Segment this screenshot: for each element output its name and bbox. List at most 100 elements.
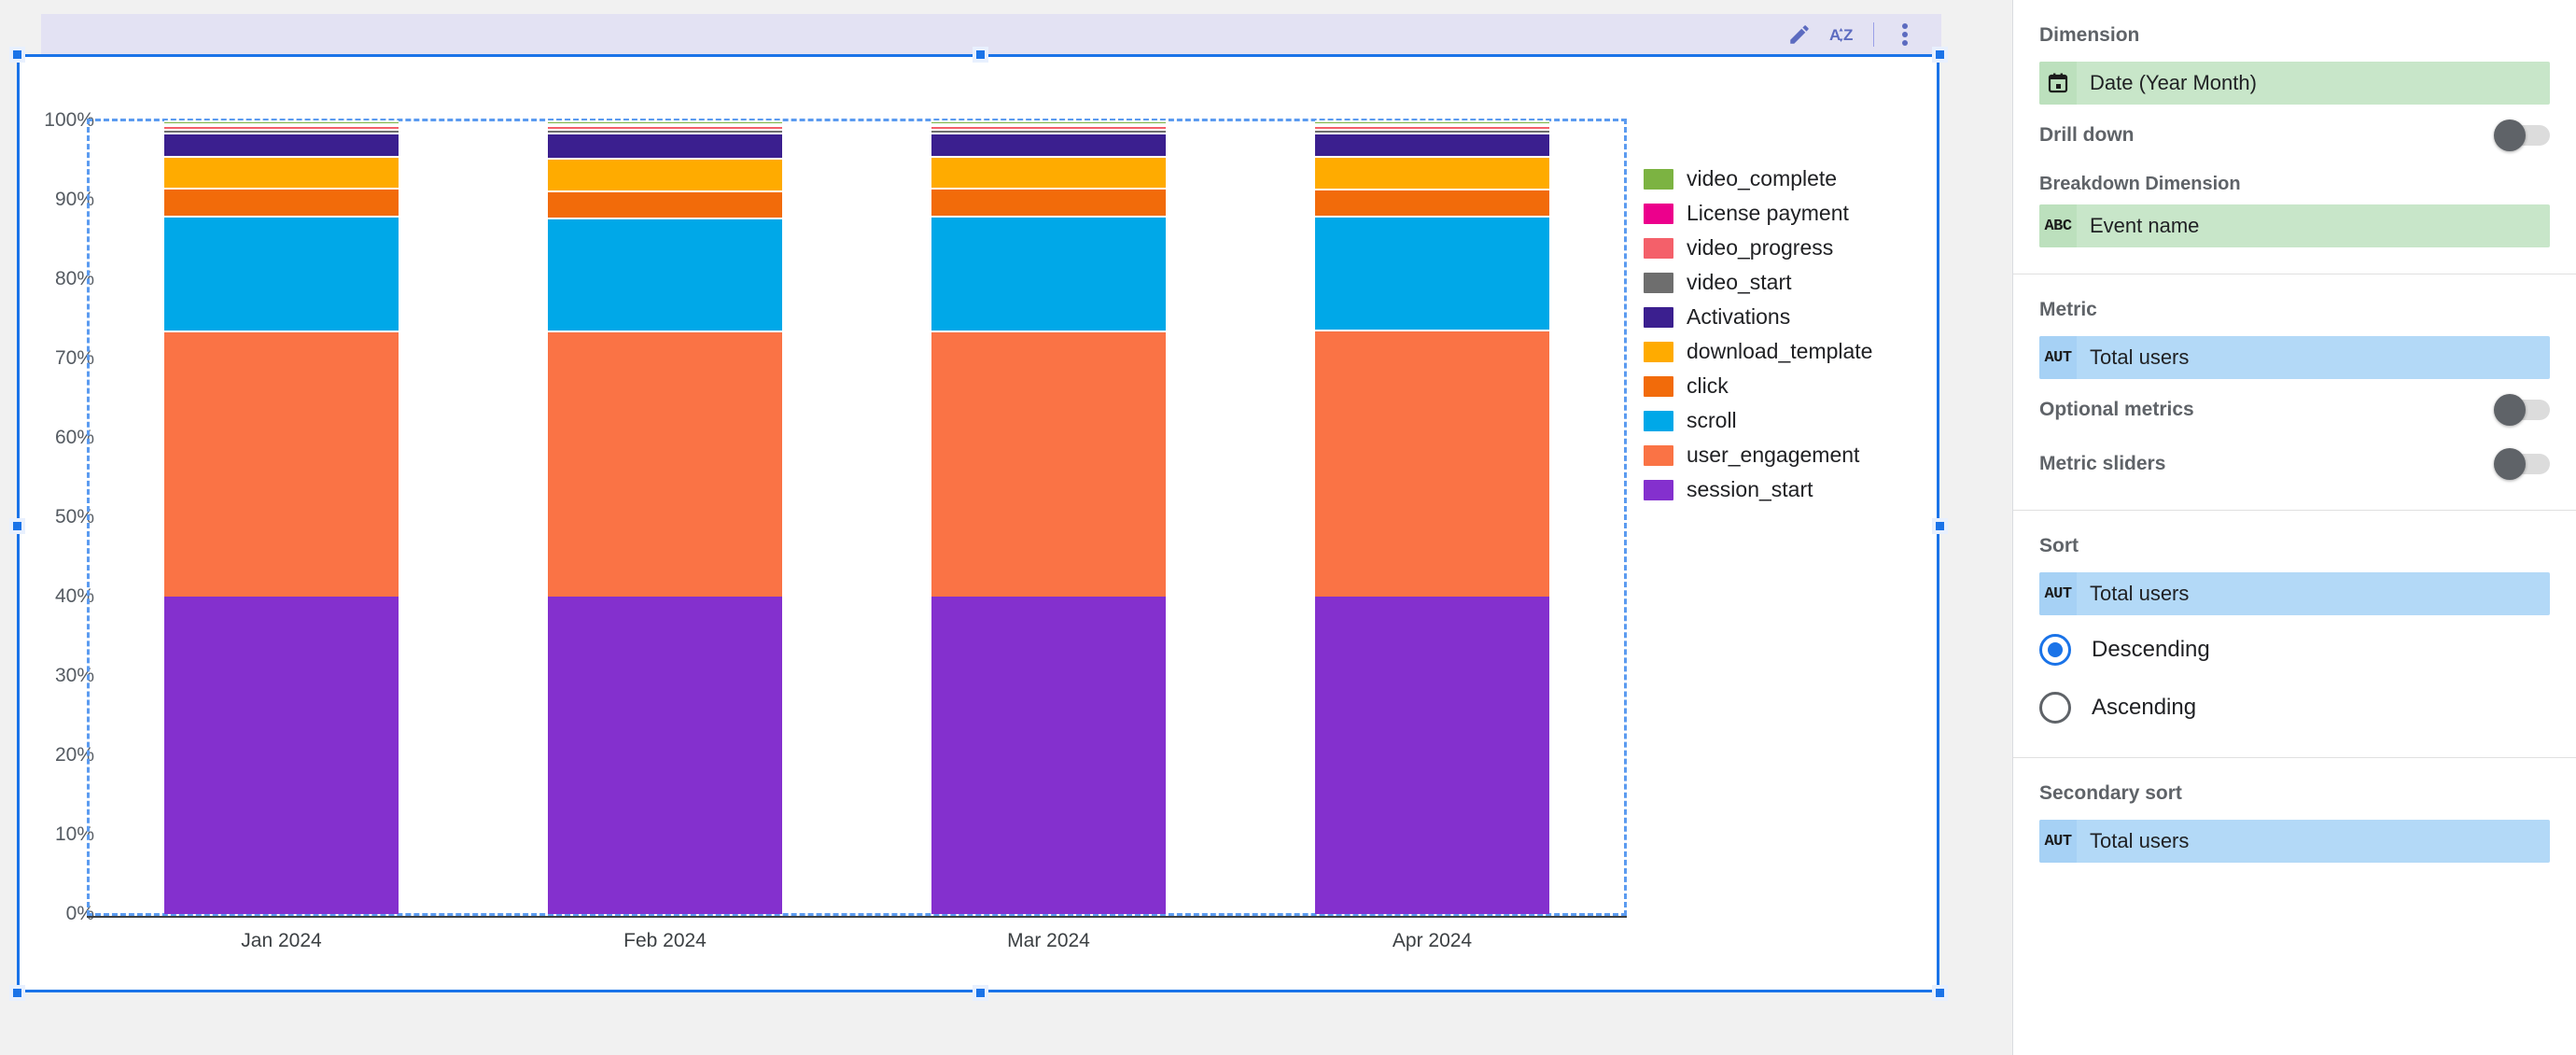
edit-button[interactable] <box>1778 14 1821 55</box>
legend-item[interactable]: user_engagement <box>1644 438 1924 472</box>
bar-column[interactable] <box>548 120 782 914</box>
bar-segment[interactable] <box>164 216 399 331</box>
resize-handle-middle-right[interactable] <box>1932 518 1948 534</box>
bar-segment[interactable] <box>548 331 782 597</box>
resize-handle-top-right[interactable] <box>1932 47 1948 63</box>
bar-segment[interactable] <box>1315 597 1549 914</box>
metric-sliders-toggle[interactable] <box>2494 448 2550 480</box>
more-options-button[interactable] <box>1883 14 1926 55</box>
dimension-chip-value: Date (Year Month) <box>2090 71 2257 94</box>
metric-sliders-row[interactable]: Metric sliders <box>2039 439 2550 489</box>
radio-ascending[interactable] <box>2039 692 2071 724</box>
drill-down-toggle[interactable] <box>2494 120 2550 151</box>
resize-handle-bottom-right[interactable] <box>1932 985 1948 1001</box>
resize-handle-top-left[interactable] <box>9 47 25 63</box>
legend-item[interactable]: scroll <box>1644 403 1924 438</box>
legend-item[interactable]: video_progress <box>1644 231 1924 265</box>
bar-segment[interactable] <box>1315 156 1549 190</box>
radio-descending[interactable] <box>2039 634 2071 666</box>
dimension-chip[interactable]: Date (Year Month) <box>2039 62 2550 105</box>
y-axis-tick: 90% <box>54 189 94 210</box>
resize-handle-bottom-center[interactable] <box>973 985 988 1001</box>
bar-segment[interactable] <box>164 129 399 133</box>
bar-segment[interactable] <box>164 122 399 126</box>
breakdown-dimension-chip[interactable]: ABC Event name <box>2039 204 2550 247</box>
bar-segment[interactable] <box>931 156 1166 189</box>
bar-segment[interactable] <box>548 597 782 914</box>
resize-handle-middle-left[interactable] <box>9 518 25 534</box>
legend-item[interactable]: License payment <box>1644 196 1924 231</box>
bar-column[interactable] <box>1315 120 1549 914</box>
x-axis-line <box>87 916 1627 918</box>
x-axis-tick: Mar 2024 <box>1007 930 1090 951</box>
bar-segment[interactable] <box>164 132 399 157</box>
bar-column[interactable] <box>931 120 1166 914</box>
bar-segment[interactable] <box>1315 120 1549 123</box>
bar-segment[interactable] <box>548 190 782 218</box>
legend-swatch <box>1644 272 1673 293</box>
legend-label: session_start <box>1687 477 1813 501</box>
bar-segment[interactable] <box>164 188 399 216</box>
y-axis-tick: 80% <box>54 268 94 289</box>
chart-container[interactable]: 0% 10% 20% 30% 40% 50% 60% 70% 80% 90% 100% Jan 20… <box>17 54 1939 992</box>
legend-item[interactable]: Activations <box>1644 300 1924 334</box>
bar-segment[interactable] <box>1315 216 1549 331</box>
bar-segment[interactable] <box>931 122 1166 126</box>
metric-chip[interactable]: AUT Total users <box>2039 336 2550 379</box>
legend-item[interactable]: click <box>1644 369 1924 403</box>
more-vert-icon <box>1902 23 1908 46</box>
ascending-label: Ascending <box>2092 695 2197 720</box>
bar-segment[interactable] <box>164 331 399 597</box>
legend-swatch <box>1644 341 1673 362</box>
bar-segment[interactable] <box>931 129 1166 133</box>
optional-metrics-row[interactable]: Optional metrics <box>2039 385 2550 435</box>
bar-segment[interactable] <box>931 597 1166 914</box>
legend-swatch <box>1644 203 1673 224</box>
resize-handle-bottom-left[interactable] <box>9 985 25 1001</box>
bar-segment[interactable] <box>548 157 782 190</box>
bar-segment[interactable] <box>1315 125 1549 130</box>
sort-descending-option[interactable]: Descending <box>2039 621 2550 679</box>
bar-segment[interactable] <box>931 125 1166 130</box>
bar-segment[interactable] <box>1315 132 1549 157</box>
screen-root: A Z 0% 10% 20% 30% 40% 50% 60% 70% 80% 90% 100% <box>0 0 2576 1055</box>
bar-segment[interactable] <box>548 129 782 133</box>
bar-segment[interactable] <box>548 217 782 331</box>
x-axis-tick: Apr 2024 <box>1392 930 1473 951</box>
calendar-icon <box>2039 62 2077 105</box>
secondary-sort-chip[interactable]: AUT Total users <box>2039 820 2550 863</box>
bar-segment[interactable] <box>1315 122 1549 126</box>
bar-segment[interactable] <box>548 132 782 158</box>
secondary-sort-title: Secondary sort <box>2039 782 2182 804</box>
bar-segment[interactable] <box>548 125 782 130</box>
bar-segment[interactable] <box>1315 129 1549 133</box>
bar-segment[interactable] <box>931 188 1166 216</box>
legend-item[interactable]: session_start <box>1644 472 1924 507</box>
legend-label: download_template <box>1687 339 1873 363</box>
bar-segment[interactable] <box>548 120 782 123</box>
bar-segment[interactable] <box>1315 330 1549 597</box>
resize-handle-top-center[interactable] <box>973 47 988 63</box>
breakdown-dimension-value: Event name <box>2090 214 2200 237</box>
metric-sliders-label: Metric sliders <box>2039 453 2166 474</box>
bar-segment[interactable] <box>931 331 1166 597</box>
legend-item[interactable]: video_complete <box>1644 162 1924 196</box>
bar-column[interactable] <box>164 120 399 914</box>
drill-down-row[interactable]: Drill down <box>2039 110 2550 161</box>
bar-segment[interactable] <box>164 125 399 130</box>
optional-metrics-toggle[interactable] <box>2494 394 2550 426</box>
legend-item[interactable]: video_start <box>1644 265 1924 300</box>
bar-segment[interactable] <box>1315 189 1549 216</box>
sort-button[interactable]: A Z <box>1821 14 1864 55</box>
bar-segment[interactable] <box>164 156 399 189</box>
bar-segment[interactable] <box>931 120 1166 123</box>
y-axis-tick: 20% <box>54 744 94 766</box>
legend-item[interactable]: download_template <box>1644 334 1924 369</box>
bar-segment[interactable] <box>548 122 782 126</box>
bar-segment[interactable] <box>164 597 399 914</box>
bar-segment[interactable] <box>931 216 1166 331</box>
sort-ascending-option[interactable]: Ascending <box>2039 679 2550 737</box>
bar-segment[interactable] <box>931 132 1166 157</box>
sort-chip[interactable]: AUT Total users <box>2039 572 2550 615</box>
bar-segment[interactable] <box>164 120 399 123</box>
